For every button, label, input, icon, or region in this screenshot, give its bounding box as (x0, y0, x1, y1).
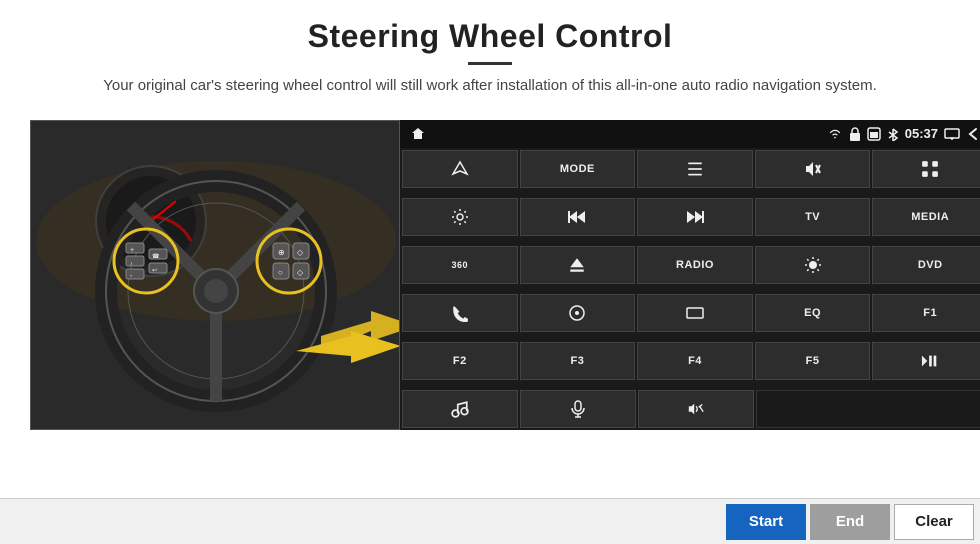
svg-text:◇: ◇ (297, 268, 304, 277)
title-divider (468, 62, 512, 65)
action-bar: Start End Clear (0, 498, 980, 544)
control-panel: 05:37 (400, 120, 980, 430)
music-btn[interactable] (402, 390, 518, 428)
end-button[interactable]: End (810, 504, 890, 540)
last-row (400, 390, 980, 430)
list-btn[interactable] (637, 150, 753, 188)
svg-text:☎: ☎ (152, 253, 160, 260)
lock-icon (849, 127, 861, 141)
prev-btn[interactable] (520, 198, 636, 236)
svg-text:+: + (130, 247, 134, 254)
svg-text:○: ○ (278, 268, 283, 277)
svg-text:⊕: ⊕ (278, 248, 285, 257)
status-bar: 05:37 (400, 120, 980, 148)
button-grid: MODE TV (400, 148, 980, 390)
eject-btn[interactable] (520, 246, 636, 284)
sim-icon (867, 127, 881, 141)
nav2-btn[interactable] (520, 294, 636, 332)
tv-btn[interactable]: TV (755, 198, 871, 236)
f2-btn[interactable]: F2 (402, 342, 518, 380)
mic-btn[interactable] (520, 390, 636, 428)
vol-btn[interactable] (638, 390, 754, 428)
brightness-btn[interactable] (755, 246, 871, 284)
mode-btn[interactable]: MODE (520, 150, 636, 188)
phone-btn[interactable] (402, 294, 518, 332)
status-right: 05:37 (827, 126, 980, 141)
start-button[interactable]: Start (726, 504, 806, 540)
wifi-icon (827, 128, 843, 140)
f3-btn[interactable]: F3 (520, 342, 636, 380)
steering-wheel-image: + ♪ - ☎ ↩ ⊕ ◇ ○ ◇ (30, 120, 400, 430)
empty-btn (756, 390, 980, 428)
svg-text:◇: ◇ (297, 248, 304, 257)
f4-btn[interactable]: F4 (637, 342, 753, 380)
playpause-btn[interactable] (872, 342, 980, 380)
dash-btn[interactable] (637, 294, 753, 332)
apps-btn[interactable] (872, 150, 980, 188)
dvd-btn[interactable]: DVD (872, 246, 980, 284)
screen-icon (944, 128, 960, 140)
page-title: Steering Wheel Control (103, 18, 877, 55)
f1-btn[interactable]: F1 (872, 294, 980, 332)
back-icon (966, 127, 980, 141)
radio-btn[interactable]: RADIO (637, 246, 753, 284)
next-btn[interactable] (637, 198, 753, 236)
home-icon (410, 126, 426, 142)
f5-btn[interactable]: F5 (755, 342, 871, 380)
nav-btn[interactable] (402, 150, 518, 188)
svg-text:↩: ↩ (152, 268, 157, 274)
page-subtitle: Your original car's steering wheel contr… (103, 75, 877, 98)
360-btn[interactable]: 360 (402, 246, 518, 284)
clear-button[interactable]: Clear (894, 504, 974, 540)
mute-btn[interactable] (755, 150, 871, 188)
status-time: 05:37 (905, 126, 938, 141)
eq-btn[interactable]: EQ (755, 294, 871, 332)
status-left (410, 126, 426, 142)
media-btn[interactable]: MEDIA (872, 198, 980, 236)
bluetooth-icon (887, 127, 899, 141)
settings-btn[interactable] (402, 198, 518, 236)
